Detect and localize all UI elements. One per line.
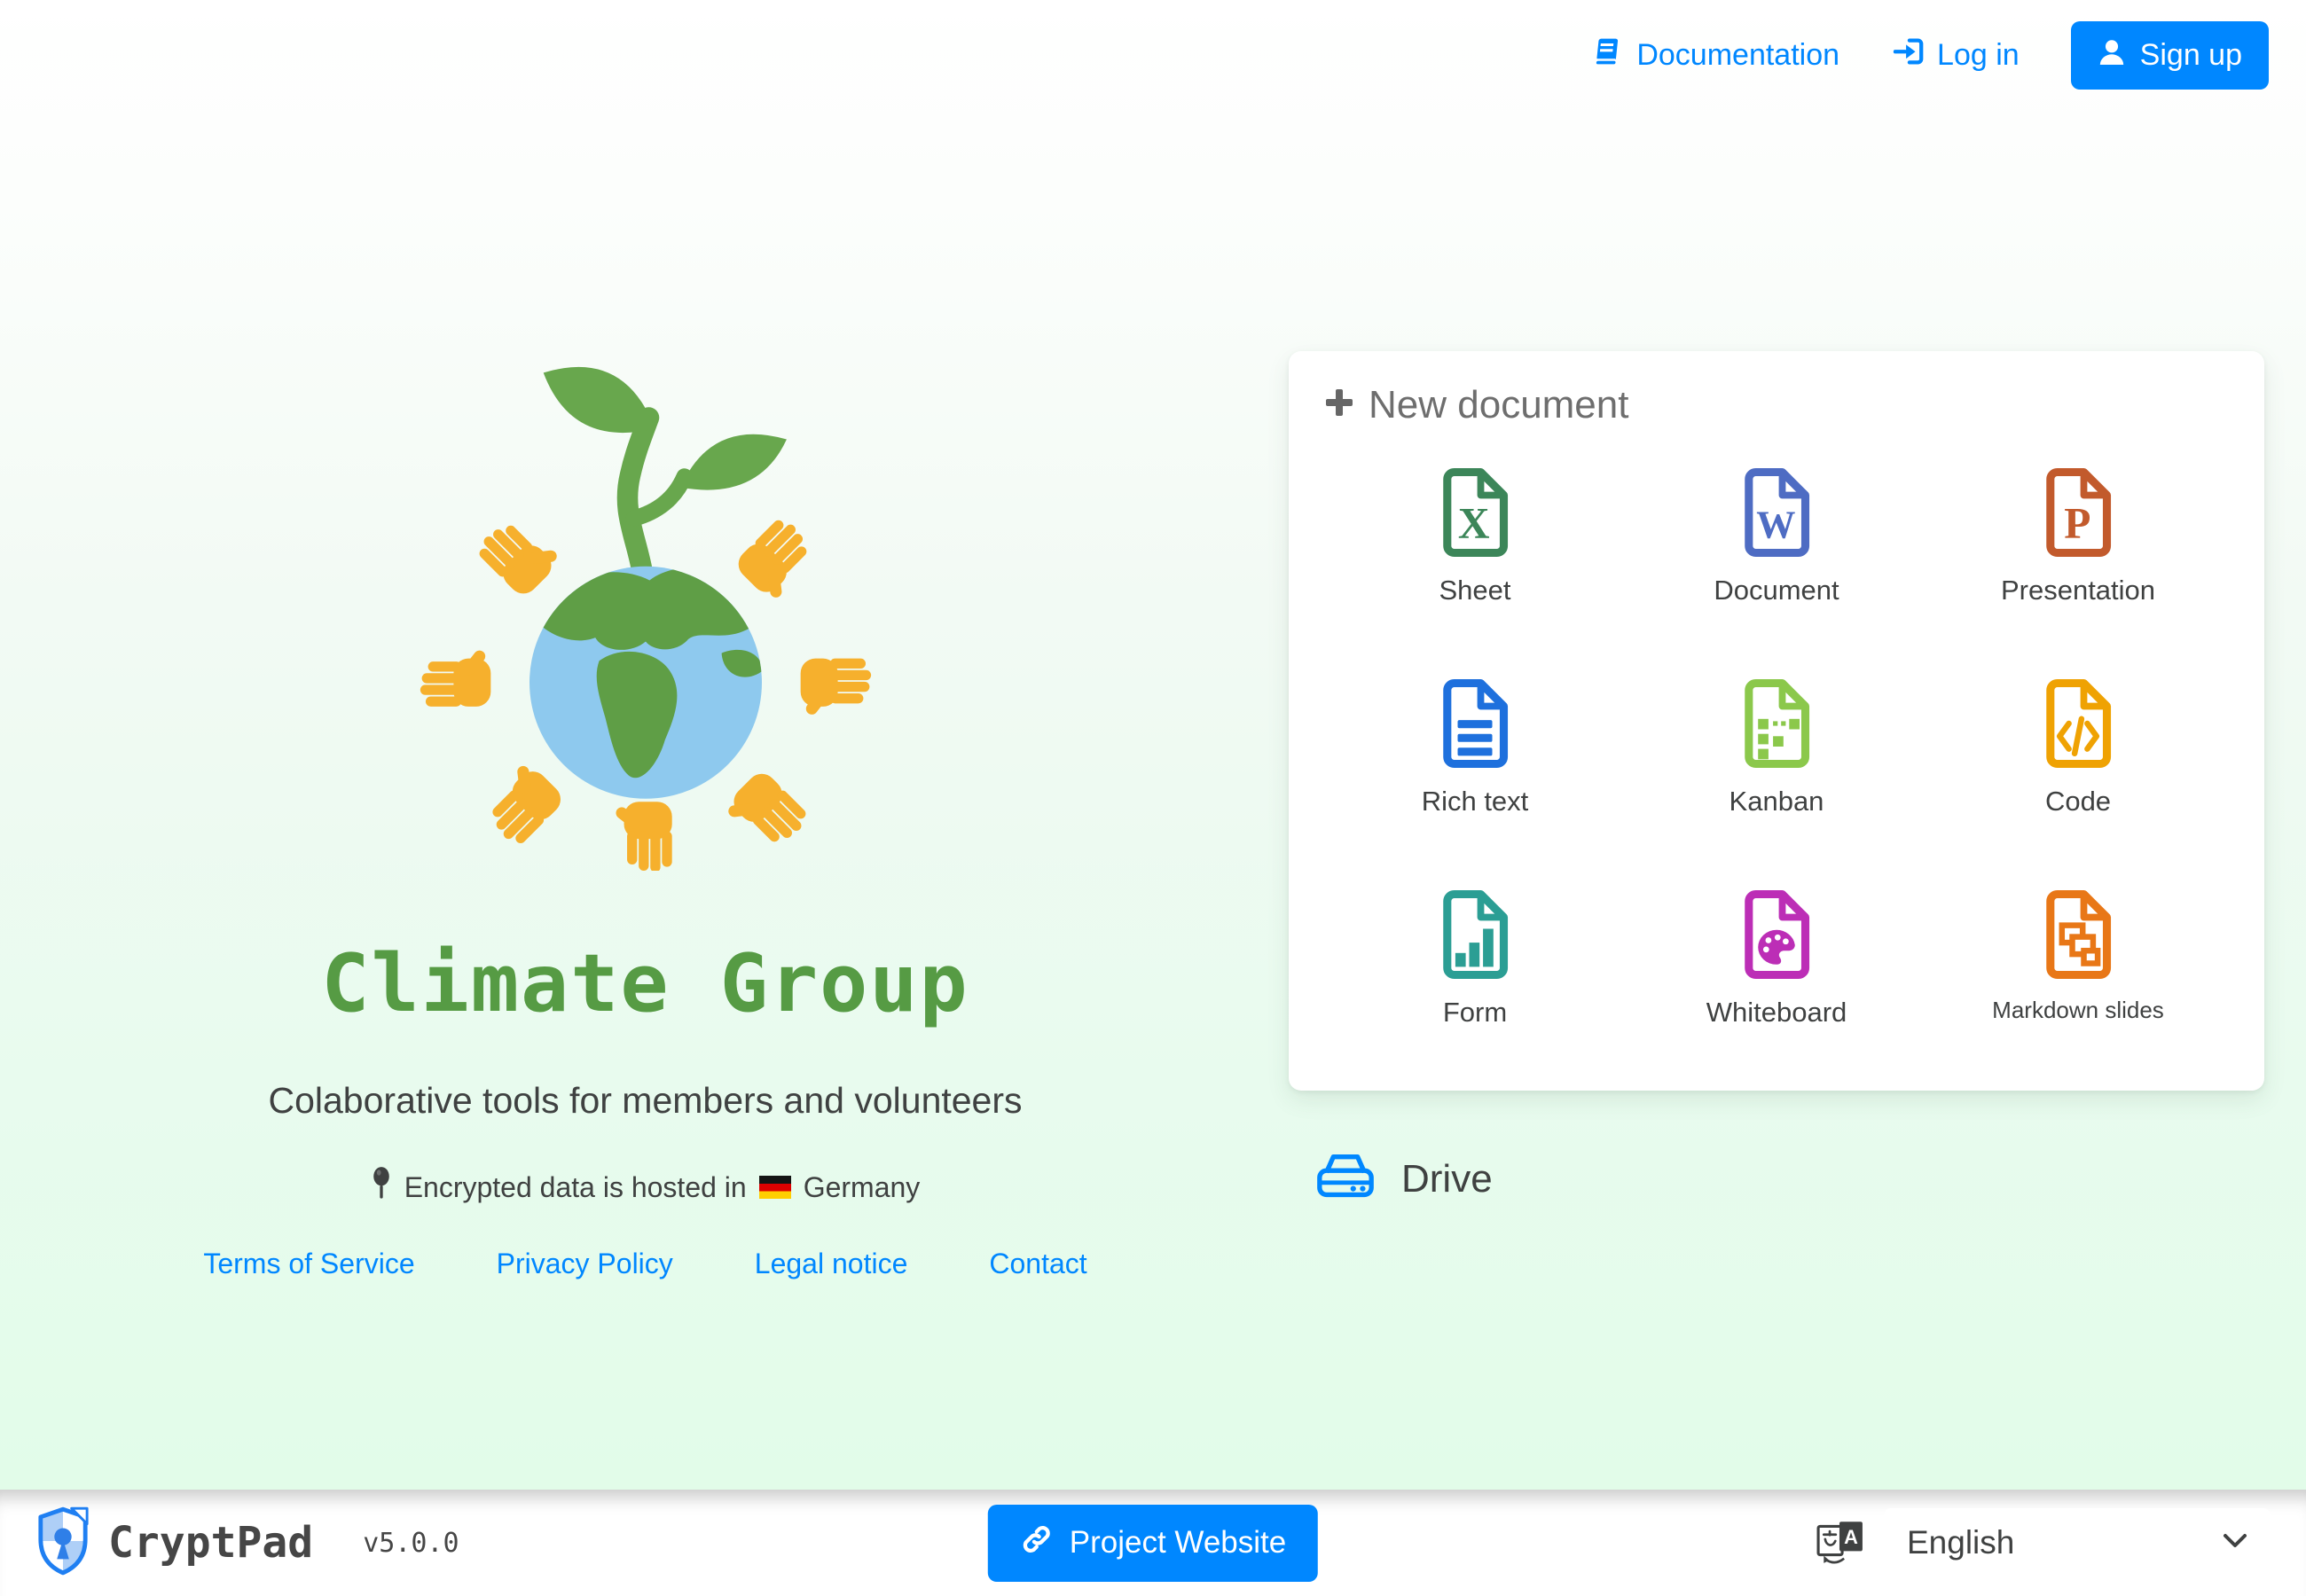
cryptpad-home-link[interactable]: CryptPad v5.0.0	[35, 1506, 459, 1580]
location-pin-icon	[371, 1166, 392, 1209]
cryptpad-shield-icon	[35, 1506, 90, 1580]
signup-button[interactable]: Sign up	[2071, 21, 2269, 90]
whiteboard-label: Whiteboard	[1706, 997, 1847, 1029]
new-document-header: New document	[1324, 383, 2229, 427]
hosted-info: Encrypted data is hosted in Germany	[371, 1166, 921, 1209]
new-document-button[interactable]: W Document	[1626, 454, 1927, 665]
svg-text:W: W	[1756, 504, 1795, 547]
markdown-slides-label: Markdown slides	[1992, 997, 2164, 1024]
hosted-country: Germany	[804, 1171, 921, 1204]
richtext-file-icon	[1438, 677, 1512, 770]
climate-group-logo	[413, 326, 878, 875]
sheet-file-icon: X	[1438, 466, 1512, 559]
form-file-icon	[1438, 888, 1512, 981]
presentation-label: Presentation	[2001, 575, 2155, 606]
new-code-button[interactable]: Code	[1927, 665, 2229, 876]
documentation-label: Documentation	[1636, 38, 1839, 73]
code-file-icon	[2041, 677, 2115, 770]
hero: Climate Group Colaborative tools for mem…	[0, 0, 1290, 1280]
new-sheet-button[interactable]: X Sheet	[1324, 454, 1626, 665]
richtext-label: Rich text	[1422, 786, 1529, 818]
svg-text:A: A	[1844, 1526, 1858, 1548]
code-label: Code	[2045, 786, 2111, 818]
book-icon	[1592, 35, 1624, 75]
whiteboard-file-icon	[1739, 888, 1814, 981]
svg-text:X: X	[1458, 499, 1490, 548]
document-file-icon: W	[1739, 466, 1814, 559]
language-select[interactable]: English	[1884, 1508, 2271, 1577]
svg-text:P: P	[2064, 499, 2090, 548]
language-area: A English	[1816, 1508, 2271, 1577]
hosted-text: Encrypted data is hosted in	[404, 1171, 747, 1204]
project-website-label: Project Website	[1070, 1525, 1286, 1561]
new-richtext-button[interactable]: Rich text	[1324, 665, 1626, 876]
privacy-link[interactable]: Privacy Policy	[497, 1248, 673, 1280]
drive-icon	[1314, 1151, 1377, 1207]
footer: CryptPad v5.0.0 Project Website A	[0, 1490, 2306, 1596]
translate-icon: A	[1816, 1517, 1864, 1569]
login-link[interactable]: Log in	[1891, 35, 2020, 75]
document-type-grid: X Sheet W Document P Presentation	[1324, 454, 2229, 1087]
signup-label: Sign up	[2140, 38, 2242, 73]
new-document-title: New document	[1369, 383, 1628, 427]
project-website-button[interactable]: Project Website	[988, 1505, 1318, 1582]
sheet-label: Sheet	[1439, 575, 1510, 606]
topbar: Documentation Log in Sign up	[1592, 21, 2269, 90]
instance-title: Climate Group	[321, 937, 969, 1030]
version-label: v5.0.0	[363, 1528, 459, 1559]
plus-icon	[1324, 383, 1354, 427]
instance-subtitle: Colaborative tools for members and volun…	[268, 1080, 1022, 1122]
kanban-file-icon	[1739, 677, 1814, 770]
contact-link[interactable]: Contact	[989, 1248, 1086, 1280]
documentation-link[interactable]: Documentation	[1592, 35, 1839, 75]
form-label: Form	[1443, 997, 1507, 1029]
login-label: Log in	[1937, 38, 2020, 73]
drive-label: Drive	[1401, 1157, 1493, 1201]
new-document-card: New document X Sheet W Document	[1289, 351, 2264, 1091]
chevron-down-icon	[2223, 1533, 2247, 1553]
new-form-button[interactable]: Form	[1324, 876, 1626, 1087]
markdown-slides-file-icon	[2041, 888, 2115, 981]
legal-notice-link[interactable]: Legal notice	[755, 1248, 908, 1280]
legal-links: Terms of Service Privacy Policy Legal no…	[203, 1248, 1086, 1280]
link-icon	[1020, 1522, 1054, 1564]
kanban-label: Kanban	[1730, 786, 1824, 818]
new-kanban-button[interactable]: Kanban	[1626, 665, 1927, 876]
document-label: Document	[1714, 575, 1839, 606]
drive-link[interactable]: Drive	[1314, 1151, 1493, 1207]
terms-link[interactable]: Terms of Service	[203, 1248, 414, 1280]
new-presentation-button[interactable]: P Presentation	[1927, 454, 2229, 665]
earth-hands-sprout-icon	[413, 326, 878, 871]
germany-flag-icon	[759, 1176, 791, 1199]
new-whiteboard-button[interactable]: Whiteboard	[1626, 876, 1927, 1087]
new-markdown-slides-button[interactable]: Markdown slides	[1927, 876, 2229, 1087]
sign-in-icon	[1891, 35, 1925, 75]
presentation-file-icon: P	[2041, 466, 2115, 559]
language-value: English	[1907, 1524, 2014, 1561]
user-icon	[2098, 37, 2126, 74]
cryptpad-brand-label: CryptPad	[108, 1518, 313, 1568]
